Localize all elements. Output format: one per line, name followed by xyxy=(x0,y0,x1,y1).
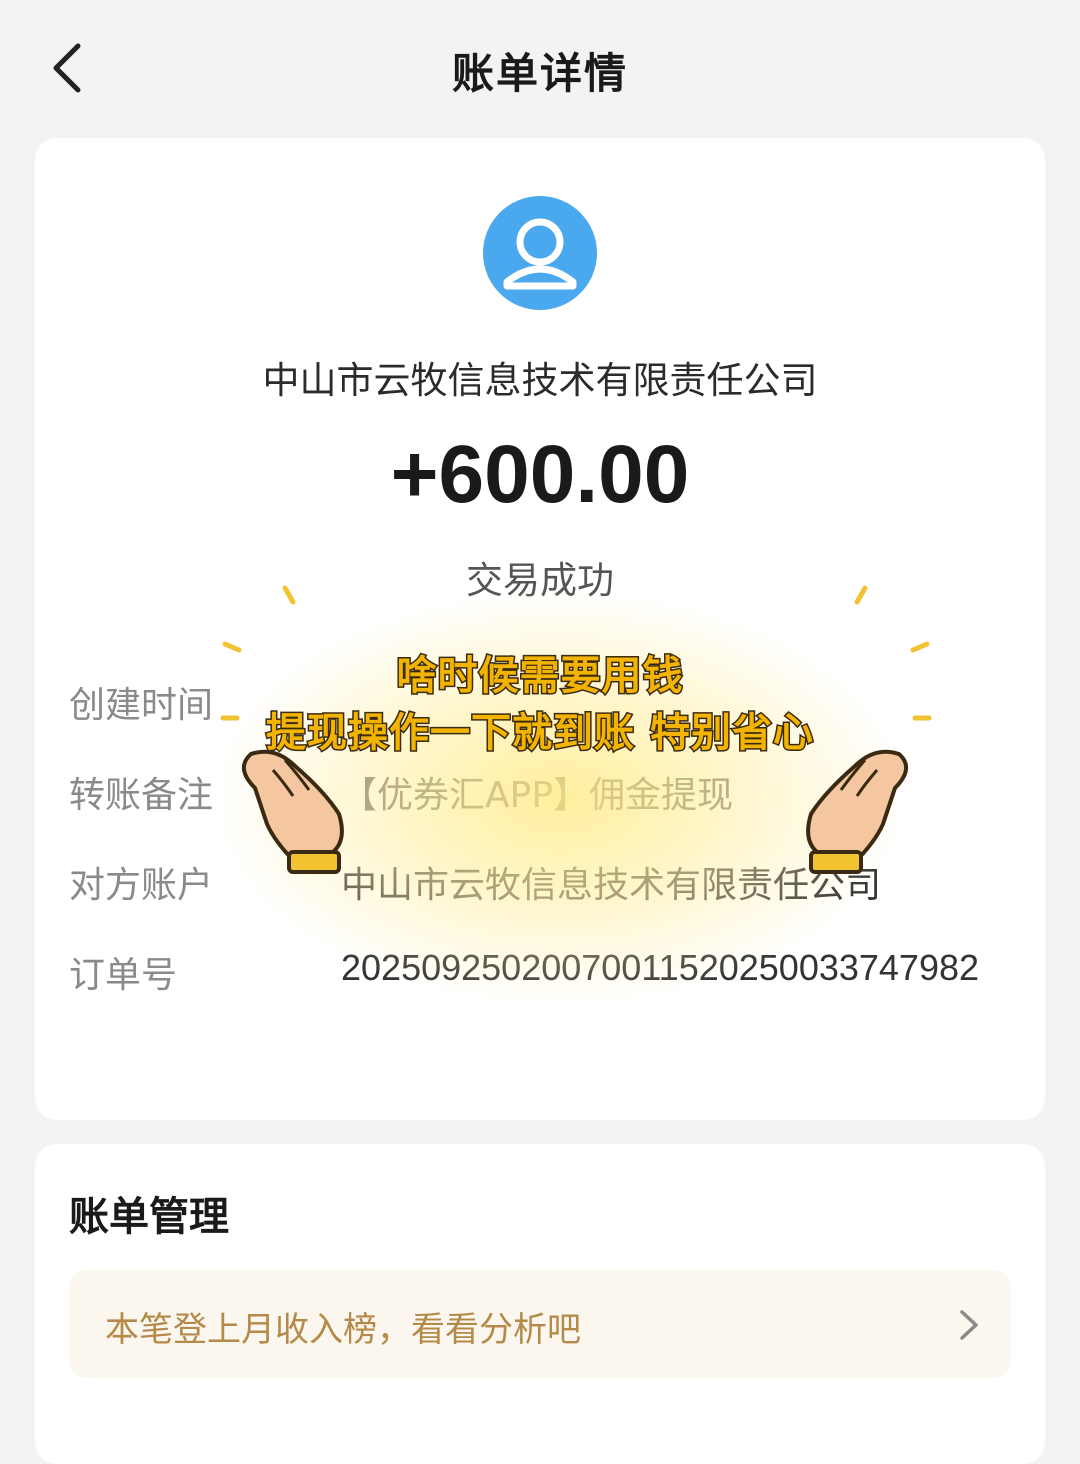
remark-value: 【优券汇APP】佣金提现 xyxy=(341,775,734,816)
transaction-amount: +600.00 xyxy=(390,429,690,520)
merchant-name: 中山市云牧信息技术有限责任公司 xyxy=(262,359,818,402)
counterparty-value: 中山市云牧信息技术有限责任公司 xyxy=(341,865,882,906)
counterparty-label: 对方账户 xyxy=(69,865,214,906)
sticker-text-line-1: 啥时候需要用钱 xyxy=(395,652,684,701)
income-ranking-text: 本笔登上月收入榜，看看分析吧 xyxy=(105,1310,581,1350)
page-title: 账单详情 xyxy=(451,49,628,98)
bill-management-title: 账单管理 xyxy=(69,1194,229,1240)
order-number-label: 订单号 xyxy=(69,955,178,996)
remark-label: 转账备注 xyxy=(69,775,214,816)
order-number-value: 20250925020070011520250033747982 xyxy=(341,947,980,988)
top-bar: 账单详情 xyxy=(0,0,1080,135)
bill-detail-card: 中山市云牧信息技术有限责任公司 +600.00 交易成功 创建时间 转账备注 【… xyxy=(35,138,1045,1120)
bill-management-card: 账单管理 本笔登上月收入榜，看看分析吧 xyxy=(35,1144,1045,1464)
sticker-text-line-2: 提现操作一下就到账 特别省心 xyxy=(265,709,815,758)
income-ranking-link[interactable]: 本笔登上月收入榜，看看分析吧 xyxy=(69,1270,1011,1378)
chevron-right-icon xyxy=(960,1310,978,1340)
user-avatar-icon xyxy=(483,196,597,310)
transaction-status: 交易成功 xyxy=(466,559,614,602)
